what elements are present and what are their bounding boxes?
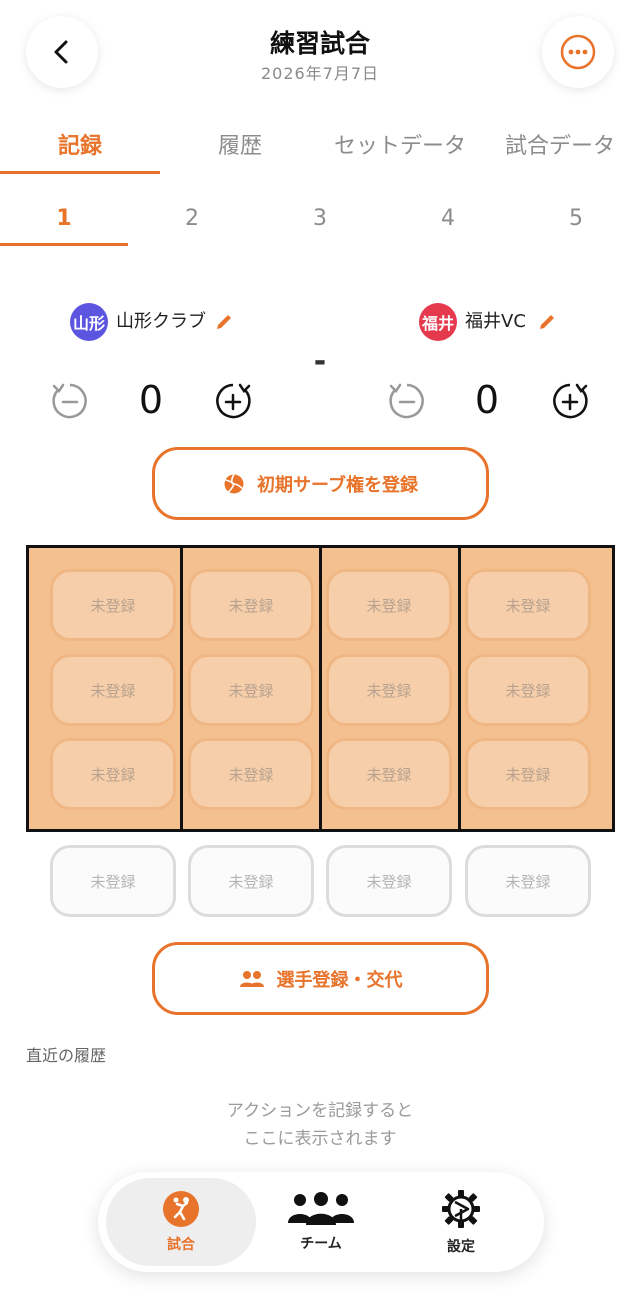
nav-team-label: チーム [300, 1236, 342, 1252]
court-divider [180, 548, 183, 829]
more-options-button[interactable] [542, 16, 614, 88]
nav-team[interactable]: チーム [246, 1178, 396, 1266]
court-position-slot[interactable]: 未登録 [50, 569, 176, 641]
more-icon [560, 34, 596, 70]
set-tab-2[interactable]: 2 [128, 202, 256, 236]
court-position-slot[interactable]: 未登録 [465, 654, 591, 726]
court-position-slot[interactable]: 未登録 [50, 738, 176, 810]
court-position-slot[interactable]: 未登録 [188, 738, 314, 810]
court-position-slot[interactable]: 未登録 [326, 569, 452, 641]
away-team-name[interactable]: 福井VC [465, 303, 526, 341]
set-tab-3[interactable]: 3 [256, 202, 384, 236]
nav-match-label: 試合 [167, 1237, 195, 1253]
away-score-decrement-button[interactable] [385, 379, 429, 423]
volleyball-player-icon [163, 1191, 199, 1227]
tab-set-data[interactable]: セットデータ [320, 130, 480, 174]
bench-slot[interactable]: 未登録 [465, 845, 591, 917]
team-icon [288, 1192, 354, 1225]
away-score-increment-button[interactable] [548, 379, 592, 423]
player-registration-substitution-button[interactable]: 選手登録・交代 [152, 942, 489, 1015]
home-team-name[interactable]: 山形クラブ [116, 303, 206, 341]
court-position-slot[interactable]: 未登録 [465, 738, 591, 810]
score-separator: - [313, 344, 327, 379]
home-team-badge: 山形 [70, 303, 108, 341]
tab-history[interactable]: 履歴 [160, 130, 320, 174]
home-score: 0 [138, 378, 164, 422]
player-registration-substitution-label: 選手登録・交代 [276, 969, 403, 991]
register-initial-serve-button[interactable]: 初期サーブ権を登録 [152, 447, 489, 520]
edit-away-team-icon[interactable] [537, 312, 557, 332]
minus-rotate-icon [52, 383, 87, 419]
nav-match[interactable]: 試合 [106, 1178, 256, 1266]
set-tab-1[interactable]: 1 [0, 202, 128, 236]
history-empty-line2: ここに表示されます [243, 1129, 397, 1149]
court-divider [319, 548, 322, 829]
court-position-slot[interactable]: 未登録 [326, 654, 452, 726]
plus-rotate-icon [553, 383, 588, 419]
home-score-decrement-button[interactable] [48, 379, 92, 423]
bench-slot[interactable]: 未登録 [50, 845, 176, 917]
away-team-badge: 福井 [419, 303, 457, 341]
history-empty-line1: アクションを記録すると [226, 1101, 414, 1121]
court-position-slot[interactable]: 未登録 [188, 569, 314, 641]
bench-slot[interactable]: 未登録 [326, 845, 452, 917]
court-position-slot[interactable]: 未登録 [50, 654, 176, 726]
court-position-slot[interactable]: 未登録 [188, 654, 314, 726]
bench-slot[interactable]: 未登録 [188, 845, 314, 917]
tab-record[interactable]: 記録 [0, 130, 160, 174]
register-initial-serve-label: 初期サーブ権を登録 [257, 474, 418, 496]
court: 未登録 未登録 未登録 未登録 未登録 未登録 未登録 未登録 未登録 未登録 … [26, 545, 615, 832]
nav-settings[interactable]: 設定 [386, 1178, 536, 1266]
court-divider [458, 548, 461, 829]
tab-match-data[interactable]: 試合データ [480, 130, 640, 174]
minus-rotate-icon [389, 383, 424, 419]
tab-active-indicator [0, 171, 160, 174]
people-icon [239, 969, 265, 989]
bottom-navigation: 試合 チーム 設定 [98, 1172, 544, 1272]
edit-home-team-icon[interactable] [214, 312, 234, 332]
recent-history-heading: 直近の履歴 [26, 1046, 107, 1065]
volleyball-icon [223, 473, 245, 495]
set-active-indicator [0, 243, 128, 246]
set-tab-4[interactable]: 4 [384, 202, 512, 236]
nav-settings-label: 設定 [447, 1239, 475, 1255]
away-score: 0 [474, 378, 500, 422]
court-position-slot[interactable]: 未登録 [465, 569, 591, 641]
gear-icon [442, 1190, 480, 1228]
home-score-increment-button[interactable] [211, 379, 255, 423]
plus-rotate-icon [216, 383, 251, 419]
court-position-slot[interactable]: 未登録 [326, 738, 452, 810]
history-empty-message: アクションを記録すると ここに表示されます [0, 1097, 640, 1153]
set-tab-5[interactable]: 5 [512, 202, 640, 236]
